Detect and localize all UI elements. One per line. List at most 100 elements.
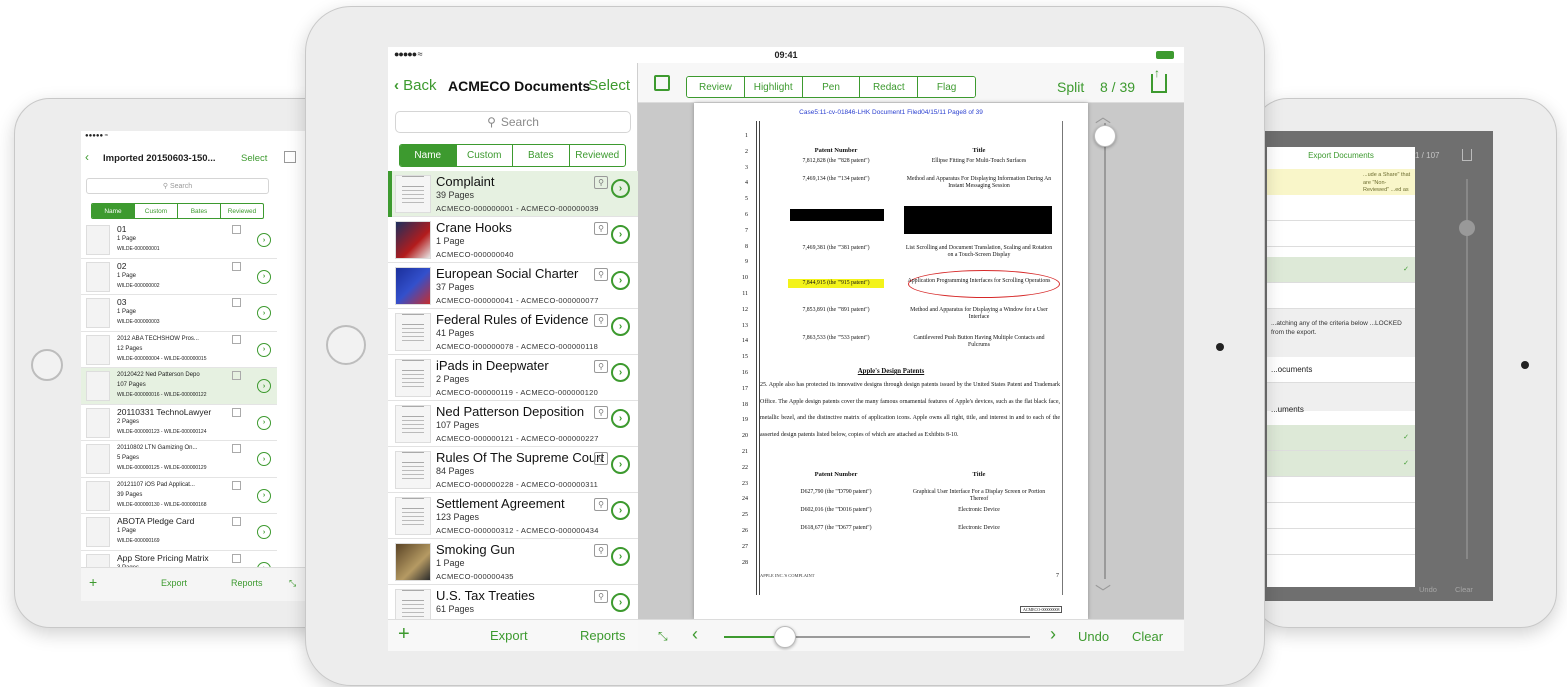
open-document-icon[interactable]: › bbox=[611, 455, 630, 474]
search-in-document-icon[interactable]: ⚲ bbox=[594, 314, 608, 327]
chevron-right-icon[interactable]: › bbox=[1050, 624, 1056, 645]
open-document-icon[interactable]: › bbox=[611, 409, 630, 428]
option-row[interactable] bbox=[1267, 283, 1415, 309]
search-in-document-icon[interactable]: ⚲ bbox=[594, 360, 608, 373]
document-row[interactable]: 02 1 Page WILDE-000000002 › bbox=[81, 259, 277, 295]
document-row[interactable]: U.S. Tax Treaties 61 Pages ⚲ › bbox=[388, 585, 638, 619]
search-in-document-icon[interactable]: ⚲ bbox=[594, 590, 608, 603]
search-in-document-icon[interactable] bbox=[232, 553, 241, 563]
option-row[interactable] bbox=[1267, 195, 1415, 221]
search-in-document-icon[interactable] bbox=[232, 444, 241, 453]
document-row[interactable]: European Social Charter 37 Pages ACMECO-… bbox=[388, 263, 638, 309]
share-icon[interactable] bbox=[1462, 149, 1472, 161]
export-button[interactable]: Export bbox=[161, 578, 187, 588]
open-document-icon[interactable]: › bbox=[257, 415, 271, 430]
page-scroll-knob[interactable] bbox=[1094, 125, 1116, 147]
redaction-box[interactable] bbox=[904, 206, 1052, 234]
clear-button[interactable]: Clear bbox=[1455, 585, 1473, 594]
sort-tab-name[interactable]: Name bbox=[400, 145, 457, 166]
open-document-icon[interactable]: › bbox=[611, 225, 630, 244]
rotate-icon[interactable] bbox=[284, 151, 296, 163]
page-scroll-knob[interactable] bbox=[1459, 220, 1475, 236]
undo-button[interactable]: Undo bbox=[1078, 629, 1109, 644]
option-row-checked[interactable]: ✓ bbox=[1267, 257, 1415, 283]
sort-tab-bates[interactable]: Bates bbox=[513, 145, 570, 166]
option-row[interactable] bbox=[1267, 503, 1415, 529]
open-document-icon[interactable]: › bbox=[257, 269, 271, 284]
open-document-icon[interactable]: › bbox=[611, 593, 630, 612]
document-row[interactable]: App Store Pricing Matrix 3 Pages › bbox=[81, 551, 277, 567]
sort-tab-bates[interactable]: Bates bbox=[178, 204, 221, 218]
reports-button[interactable]: Reports bbox=[580, 628, 626, 643]
page-slider-knob[interactable] bbox=[774, 626, 797, 648]
option-row-checked[interactable]: ✓ bbox=[1267, 425, 1415, 451]
page-scroll-track[interactable] bbox=[1466, 179, 1468, 559]
search-in-document-icon[interactable] bbox=[232, 298, 241, 307]
search-in-document-icon[interactable] bbox=[232, 225, 241, 234]
open-document-icon[interactable]: › bbox=[257, 488, 271, 503]
sort-tab-reviewed[interactable]: Reviewed bbox=[221, 204, 263, 218]
document-row[interactable]: 03 1 Page WILDE-000000003 › bbox=[81, 295, 277, 332]
chevron-down-icon[interactable]: ﹀ bbox=[1095, 579, 1111, 603]
share-icon[interactable] bbox=[1151, 66, 1167, 93]
document-row[interactable]: 20110331 TechnoLawyer 2 Pages WILDE-0000… bbox=[81, 405, 277, 441]
document-row[interactable]: 20110802 LTN Gamizing On... 5 Pages WILD… bbox=[81, 441, 277, 478]
search-in-document-icon[interactable] bbox=[232, 334, 241, 344]
back-button[interactable]: ‹ Back bbox=[394, 77, 437, 94]
search-input[interactable]: ⚲ Search bbox=[395, 111, 631, 133]
sort-tab-name[interactable]: Name bbox=[92, 204, 135, 218]
document-row[interactable]: 2012 ABA TECHSHOW Pros... 12 Pages WILDE… bbox=[81, 332, 277, 368]
open-document-icon[interactable]: › bbox=[611, 317, 630, 336]
option-row[interactable] bbox=[1267, 477, 1415, 503]
open-document-icon[interactable]: › bbox=[611, 547, 630, 566]
search-in-document-icon[interactable]: ⚲ bbox=[594, 544, 608, 557]
document-row[interactable]: 20120422 Ned Patterson Depo 107 Pages WI… bbox=[81, 368, 277, 405]
search-in-document-icon[interactable] bbox=[232, 407, 241, 417]
document-row[interactable]: Rules Of The Supreme Court 84 Pages ACME… bbox=[388, 447, 638, 493]
select-button[interactable]: Select bbox=[588, 77, 630, 94]
document-row[interactable]: Federal Rules of Evidence 41 Pages ACMEC… bbox=[388, 309, 638, 355]
redaction-box[interactable] bbox=[790, 209, 884, 221]
search-input[interactable]: ⚲ Search bbox=[86, 178, 269, 194]
open-document-icon[interactable]: › bbox=[257, 233, 271, 247]
search-in-document-icon[interactable]: ⚲ bbox=[594, 452, 608, 465]
open-document-icon[interactable]: › bbox=[611, 363, 630, 382]
document-row[interactable]: ABOTA Pledge Card 1 Page WILDE-000000169… bbox=[81, 514, 277, 551]
page-scroll-track[interactable] bbox=[1104, 123, 1106, 579]
option-row[interactable] bbox=[1267, 221, 1415, 247]
search-in-document-icon[interactable] bbox=[232, 480, 241, 490]
document-row[interactable]: Ned Patterson Deposition 107 Pages ACMEC… bbox=[388, 401, 638, 447]
open-document-icon[interactable]: › bbox=[611, 501, 630, 520]
open-document-icon[interactable]: › bbox=[257, 452, 271, 466]
chevron-left-icon[interactable]: ‹ bbox=[692, 624, 698, 645]
document-row[interactable]: Crane Hooks 1 Page ACMECO-000000040 ⚲ › bbox=[388, 217, 638, 263]
expand-icon[interactable]: ⤡ bbox=[658, 629, 668, 644]
tool-review[interactable]: Review bbox=[687, 77, 745, 97]
undo-button[interactable]: Undo bbox=[1419, 585, 1437, 594]
rotate-icon[interactable] bbox=[654, 75, 670, 91]
chevron-up-icon[interactable]: ︿ bbox=[1095, 103, 1111, 127]
clear-button[interactable]: Clear bbox=[1132, 629, 1163, 644]
open-document-icon[interactable]: › bbox=[257, 342, 271, 357]
document-viewer[interactable]: Case5:11-cv-01846-LHK Document1 Filed04/… bbox=[638, 103, 1184, 619]
open-document-icon[interactable]: › bbox=[611, 271, 630, 290]
documents-row-2[interactable]: ...uments bbox=[1267, 397, 1415, 423]
open-document-icon[interactable]: › bbox=[257, 379, 271, 393]
split-button[interactable]: Split bbox=[1057, 79, 1084, 95]
export-button[interactable]: Export bbox=[490, 628, 528, 643]
open-document-icon[interactable]: › bbox=[257, 525, 271, 539]
option-row[interactable] bbox=[1267, 529, 1415, 555]
search-in-document-icon[interactable]: ⚲ bbox=[594, 268, 608, 281]
document-row[interactable]: 01 1 Page WILDE-000000001 › bbox=[81, 222, 277, 259]
open-document-icon[interactable]: › bbox=[611, 179, 630, 198]
search-in-document-icon[interactable]: ⚲ bbox=[594, 176, 608, 189]
select-button[interactable]: Select bbox=[241, 153, 267, 164]
sort-tab-custom[interactable]: Custom bbox=[135, 204, 178, 218]
tool-highlight[interactable]: Highlight bbox=[744, 77, 803, 97]
search-in-document-icon[interactable] bbox=[232, 371, 241, 380]
reports-button[interactable]: Reports bbox=[231, 578, 263, 588]
expand-icon[interactable]: ⤡ bbox=[289, 578, 296, 589]
tool-flag[interactable]: Flag bbox=[918, 77, 975, 97]
open-document-icon[interactable]: › bbox=[257, 306, 271, 320]
search-in-document-icon[interactable]: ⚲ bbox=[594, 498, 608, 511]
